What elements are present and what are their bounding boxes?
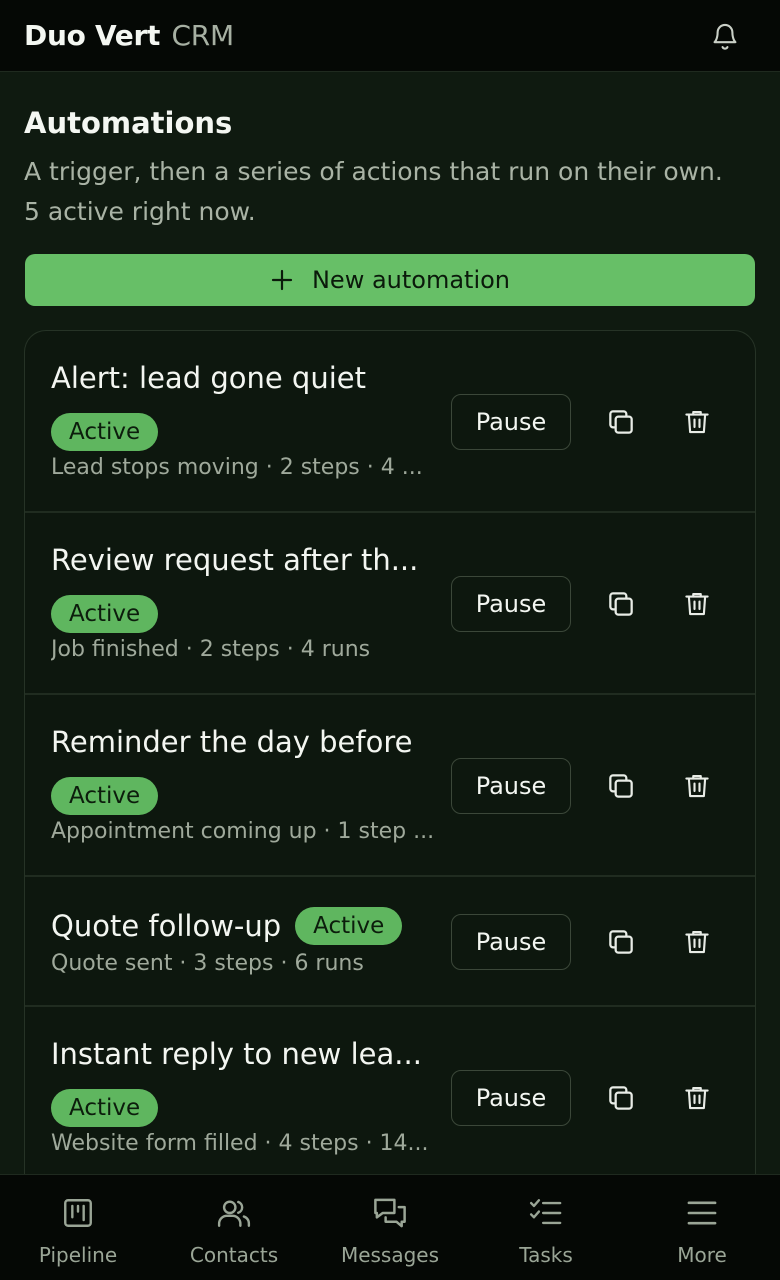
new-automation-button[interactable]: New automation xyxy=(25,254,755,306)
row-actions: Pause xyxy=(451,1070,755,1126)
automation-meta: Quote sent · 3 steps · 6 runs xyxy=(51,951,364,976)
bell-icon[interactable] xyxy=(708,19,742,53)
status-badge: Active xyxy=(51,595,159,633)
automation-title-row: Quote follow-up Active xyxy=(51,907,461,945)
top-bar: Duo Vert CRM xyxy=(0,0,780,72)
automation-name: Review request after th... xyxy=(51,543,419,577)
brand-name: Duo Vert xyxy=(24,19,161,52)
pause-button[interactable]: Pause xyxy=(451,758,571,814)
trash-icon[interactable] xyxy=(659,758,735,814)
pipeline-icon xyxy=(61,1193,95,1233)
status-badge: Active xyxy=(51,413,159,451)
automation-row[interactable]: Instant reply to new lea... Active Websi… xyxy=(25,1007,755,1189)
nav-label: Messages xyxy=(340,1243,440,1267)
automation-name: Alert: lead gone quiet xyxy=(51,361,366,395)
automation-row[interactable]: Review request after th... Active Job fi… xyxy=(25,513,755,695)
trash-icon[interactable] xyxy=(659,394,735,450)
app: Duo Vert CRM Automations A trigger, then… xyxy=(0,0,780,1280)
duplicate-icon[interactable] xyxy=(583,394,659,450)
automation-meta: Appointment coming up · 1 step ... xyxy=(51,819,435,844)
nav-item-contacts[interactable]: Contacts xyxy=(156,1175,312,1280)
trash-icon[interactable] xyxy=(659,914,735,970)
duplicate-icon[interactable] xyxy=(583,914,659,970)
page-title: Automations xyxy=(24,106,233,140)
automation-list: Alert: lead gone quiet Active Lead stops… xyxy=(24,330,756,1190)
trash-icon[interactable] xyxy=(659,1070,735,1126)
automation-info: Quote follow-up Active Quote sent · 3 st… xyxy=(51,907,461,976)
description-line-2: 5 active right now. xyxy=(24,197,256,226)
status-badge: Active xyxy=(295,907,403,945)
automation-meta: Job finished · 2 steps · 4 runs xyxy=(51,637,371,662)
automation-row[interactable]: Alert: lead gone quiet Active Lead stops… xyxy=(25,331,755,513)
trash-icon[interactable] xyxy=(659,576,735,632)
automation-meta: Lead stops moving · 2 steps · 4 ... xyxy=(51,455,423,480)
nav-item-pipeline[interactable]: Pipeline xyxy=(0,1175,156,1280)
new-automation-label: New automation xyxy=(311,266,511,294)
tasks-icon xyxy=(527,1193,565,1233)
nav-label: More xyxy=(677,1243,727,1267)
automation-info: Alert: lead gone quiet Active Lead stops… xyxy=(51,361,441,480)
pause-button[interactable]: Pause xyxy=(451,914,571,970)
automation-meta: Website form filled · 4 steps · 14... xyxy=(51,1131,429,1156)
automation-name: Instant reply to new lea... xyxy=(51,1037,422,1071)
brand-logo[interactable]: Duo Vert CRM xyxy=(24,19,234,52)
brand-suffix: CRM xyxy=(171,19,235,52)
contacts-icon xyxy=(215,1193,253,1233)
automation-row[interactable]: Quote follow-up Active Quote sent · 3 st… xyxy=(25,877,755,1007)
nav-label: Pipeline xyxy=(38,1243,118,1267)
plus-icon xyxy=(270,268,294,292)
row-actions: Pause xyxy=(451,758,755,814)
pause-button[interactable]: Pause xyxy=(451,576,571,632)
automation-info: Reminder the day before Active Appointme… xyxy=(51,725,441,844)
automation-info: Review request after th... Active Job fi… xyxy=(51,543,441,662)
nav-item-more[interactable]: More xyxy=(624,1175,780,1280)
nav-label: Contacts xyxy=(189,1243,279,1267)
automation-name: Quote follow-up xyxy=(51,909,282,943)
status-badge: Active xyxy=(51,777,159,815)
page-description: A trigger, then a series of actions that… xyxy=(24,152,756,232)
nav-item-tasks[interactable]: Tasks xyxy=(468,1175,624,1280)
nav-item-messages[interactable]: Messages xyxy=(312,1175,468,1280)
messages-icon xyxy=(371,1193,409,1233)
pause-button[interactable]: Pause xyxy=(451,394,571,450)
page-header: Automations A trigger, then a series of … xyxy=(24,72,756,306)
description-line-1: A trigger, then a series of actions that… xyxy=(24,157,723,186)
nav-label: Tasks xyxy=(519,1243,573,1267)
duplicate-icon[interactable] xyxy=(583,576,659,632)
row-actions: Pause xyxy=(451,914,755,970)
automation-info: Instant reply to new lea... Active Websi… xyxy=(51,1037,441,1156)
row-actions: Pause xyxy=(451,576,755,632)
pause-button[interactable]: Pause xyxy=(451,1070,571,1126)
duplicate-icon[interactable] xyxy=(583,1070,659,1126)
status-badge: Active xyxy=(51,1089,159,1127)
bottom-nav: Pipeline Contacts Messages Tasks More xyxy=(0,1174,780,1280)
row-actions: Pause xyxy=(451,394,755,450)
automation-name: Reminder the day before xyxy=(51,725,413,759)
menu-icon xyxy=(684,1193,720,1233)
duplicate-icon[interactable] xyxy=(583,758,659,814)
automation-row[interactable]: Reminder the day before Active Appointme… xyxy=(25,695,755,877)
